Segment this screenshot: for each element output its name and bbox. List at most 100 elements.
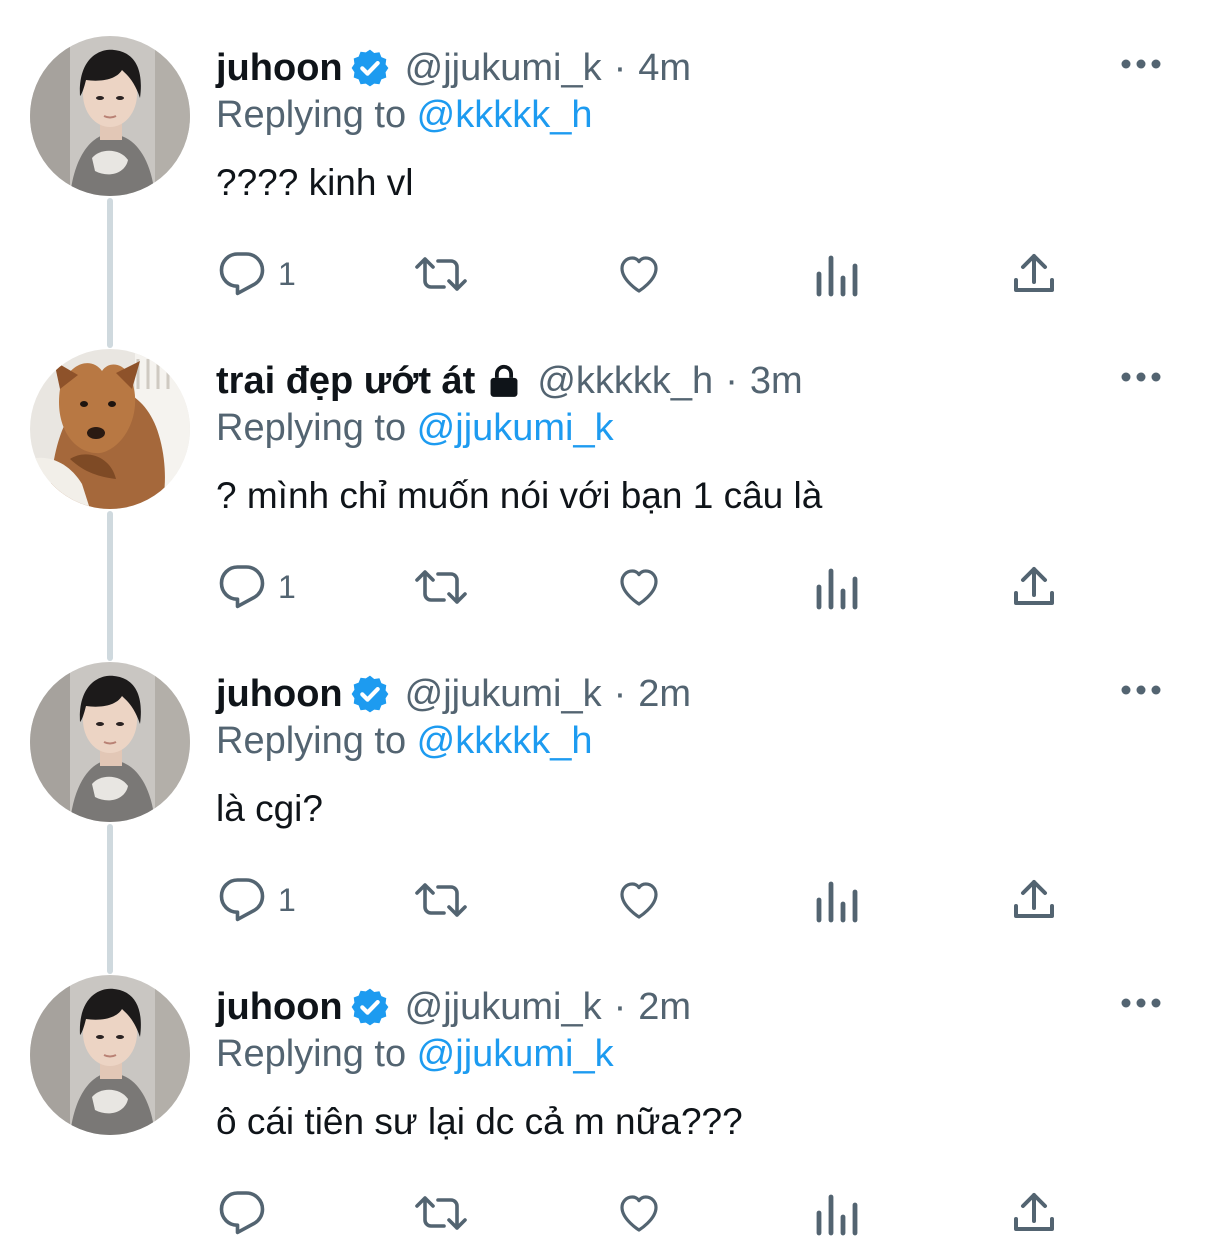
share-button[interactable] bbox=[1012, 1183, 1056, 1243]
handle[interactable]: @jjukumi_k bbox=[405, 986, 602, 1029]
tweet-thread: juhoon @jjukumi_k · 4m Replying to @kkkk… bbox=[0, 0, 1206, 1255]
display-name[interactable]: juhoon bbox=[216, 47, 343, 90]
handle[interactable]: @jjukumi_k bbox=[405, 47, 602, 90]
timestamp[interactable]: 2m bbox=[638, 986, 691, 1029]
reply-to-handle-link[interactable]: @kkkkk_h bbox=[417, 94, 593, 136]
separator-dot: · bbox=[613, 672, 627, 715]
share-button[interactable] bbox=[1012, 557, 1056, 617]
reply-to-handle-link[interactable]: @jjukumi_k bbox=[417, 1033, 614, 1075]
tweet-text: ???? kinh vl bbox=[216, 162, 414, 203]
avatar[interactable] bbox=[30, 975, 190, 1135]
analytics-button[interactable] bbox=[815, 557, 859, 617]
like-button[interactable] bbox=[614, 870, 664, 930]
reply-icon bbox=[218, 876, 266, 924]
like-button[interactable] bbox=[614, 1183, 664, 1243]
tweet-text: ô cái tiên sư lại dc cả m nữa??? bbox=[216, 1101, 743, 1142]
like-button[interactable] bbox=[614, 557, 664, 617]
tweet-text: ? mình chỉ muốn nói với bạn 1 câu là bbox=[216, 475, 823, 516]
like-icon bbox=[614, 1189, 664, 1237]
replying-to-label: Replying to bbox=[216, 720, 417, 762]
replying-to-label: Replying to bbox=[216, 1033, 417, 1075]
share-icon bbox=[1012, 1189, 1056, 1237]
tweet-text: là cgi? bbox=[216, 788, 323, 829]
replying-to: Replying to @jjukumi_k bbox=[216, 1033, 614, 1076]
reply-to-handle-link[interactable]: @jjukumi_k bbox=[417, 407, 614, 449]
reply-count: 1 bbox=[278, 255, 296, 292]
reply-count: 1 bbox=[278, 568, 296, 605]
person-avatar-image bbox=[30, 662, 190, 822]
share-icon bbox=[1012, 250, 1056, 298]
share-button[interactable] bbox=[1012, 870, 1056, 930]
tweet-actions: 1 bbox=[0, 557, 1206, 617]
tweet[interactable]: juhoon @jjukumi_k · 2m Replying to @kkkk… bbox=[0, 626, 1206, 939]
avatar[interactable] bbox=[30, 662, 190, 822]
share-icon bbox=[1012, 876, 1056, 924]
display-name[interactable]: juhoon bbox=[216, 986, 343, 1029]
like-button[interactable] bbox=[614, 244, 664, 304]
person-avatar-image bbox=[30, 975, 190, 1135]
separator-dot: · bbox=[725, 359, 738, 402]
retweet-button[interactable] bbox=[414, 557, 468, 617]
replying-to: Replying to @kkkkk_h bbox=[216, 94, 593, 137]
handle[interactable]: @kkkkk_h bbox=[537, 360, 713, 403]
timestamp[interactable]: 3m bbox=[750, 360, 803, 403]
reply-icon bbox=[218, 1189, 266, 1237]
timestamp[interactable]: 2m bbox=[638, 673, 691, 716]
more-options-icon[interactable] bbox=[1118, 52, 1164, 76]
retweet-icon bbox=[414, 250, 468, 298]
reply-button[interactable]: 1 bbox=[218, 870, 296, 930]
tweet-header: juhoon @jjukumi_k · 4m bbox=[216, 40, 691, 96]
separator-dot: · bbox=[613, 985, 627, 1028]
separator-dot: · bbox=[613, 46, 627, 89]
tweet[interactable]: juhoon @jjukumi_k · 2m Replying to @jjuk… bbox=[0, 939, 1206, 1255]
lock-icon bbox=[485, 362, 523, 400]
dog-avatar-image bbox=[30, 349, 190, 509]
analytics-icon bbox=[815, 1189, 859, 1237]
display-name[interactable]: juhoon bbox=[216, 673, 343, 716]
reply-button[interactable] bbox=[218, 1183, 278, 1243]
retweet-icon bbox=[414, 876, 468, 924]
analytics-button[interactable] bbox=[815, 244, 859, 304]
replying-to: Replying to @jjukumi_k bbox=[216, 407, 614, 450]
analytics-icon bbox=[815, 250, 859, 298]
tweet-actions: 1 bbox=[0, 870, 1206, 930]
like-icon bbox=[614, 250, 664, 298]
display-name[interactable]: trai đẹp ướt át bbox=[216, 360, 475, 403]
like-icon bbox=[614, 876, 664, 924]
timestamp[interactable]: 4m bbox=[638, 47, 691, 90]
reply-button[interactable]: 1 bbox=[218, 557, 296, 617]
retweet-icon bbox=[414, 1189, 468, 1237]
retweet-button[interactable] bbox=[414, 870, 468, 930]
reply-button[interactable]: 1 bbox=[218, 244, 296, 304]
reply-count: 1 bbox=[278, 881, 296, 918]
person-avatar-image bbox=[30, 36, 190, 196]
more-options-icon[interactable] bbox=[1118, 365, 1164, 389]
reply-icon bbox=[218, 250, 266, 298]
reply-to-handle-link[interactable]: @kkkkk_h bbox=[417, 720, 593, 762]
replying-to-label: Replying to bbox=[216, 94, 417, 136]
share-button[interactable] bbox=[1012, 244, 1056, 304]
analytics-icon bbox=[815, 876, 859, 924]
handle[interactable]: @jjukumi_k bbox=[405, 673, 602, 716]
tweet[interactable]: trai đẹp ướt át @kkkkk_h · 3m Replying t… bbox=[0, 313, 1206, 626]
tweet[interactable]: juhoon @jjukumi_k · 4m Replying to @kkkk… bbox=[0, 0, 1206, 313]
analytics-button[interactable] bbox=[815, 870, 859, 930]
reply-icon bbox=[218, 563, 266, 611]
replying-to-label: Replying to bbox=[216, 407, 417, 449]
share-icon bbox=[1012, 563, 1056, 611]
analytics-button[interactable] bbox=[815, 1183, 859, 1243]
verified-icon bbox=[349, 986, 391, 1028]
replying-to: Replying to @kkkkk_h bbox=[216, 720, 593, 763]
tweet-header: juhoon @jjukumi_k · 2m bbox=[216, 666, 691, 722]
like-icon bbox=[614, 563, 664, 611]
retweet-button[interactable] bbox=[414, 244, 468, 304]
more-options-icon[interactable] bbox=[1118, 991, 1164, 1015]
tweet-actions bbox=[0, 1183, 1206, 1243]
avatar[interactable] bbox=[30, 36, 190, 196]
verified-icon bbox=[349, 47, 391, 89]
more-options-icon[interactable] bbox=[1118, 678, 1164, 702]
retweet-button[interactable] bbox=[414, 1183, 468, 1243]
analytics-icon bbox=[815, 563, 859, 611]
tweet-header: juhoon @jjukumi_k · 2m bbox=[216, 979, 691, 1035]
avatar[interactable] bbox=[30, 349, 190, 509]
